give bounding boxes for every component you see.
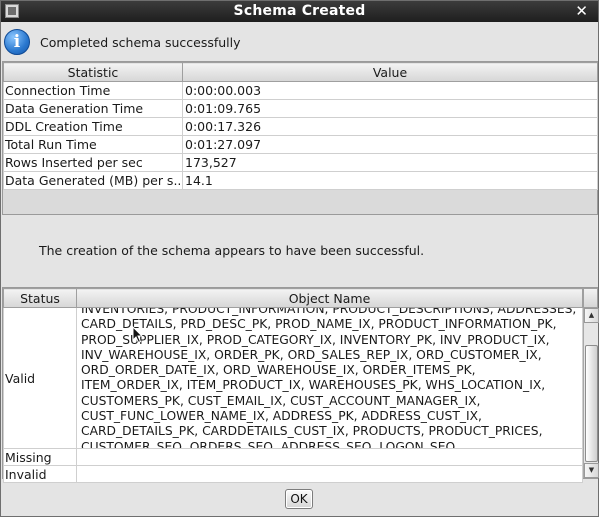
table-row[interactable]: Connection Time 0:00:00.003	[3, 81, 598, 100]
scroll-down-arrow-icon[interactable]: ▼	[584, 463, 599, 478]
close-icon[interactable]: ✕	[575, 2, 588, 20]
statistics-table-panel: Statistic Value Connection Time 0:00:00.…	[2, 61, 598, 215]
table-row[interactable]: DDL Creation Time 0:00:17.326	[3, 117, 598, 136]
statistic-value: 173,527	[182, 153, 598, 172]
objects-table-panel: Status Object Name Valid INVENTORIES, PR…	[2, 287, 599, 483]
statistic-label: Data Generation Time	[3, 99, 183, 118]
status-message: Completed schema successfully	[40, 35, 241, 50]
object-names-cell	[76, 448, 583, 466]
object-names-cell	[76, 465, 583, 483]
column-header-statistic[interactable]: Statistic	[3, 62, 183, 82]
table-row[interactable]: Total Run Time 0:01:27.097	[3, 135, 598, 154]
statistic-label: DDL Creation Time	[3, 117, 183, 136]
table-row[interactable]: Rows Inserted per sec 173,527	[3, 153, 598, 172]
object-names-cell: INVENTORIES, PRODUCT_INFORMATION, PRODUC…	[76, 307, 583, 449]
column-header-value[interactable]: Value	[182, 62, 598, 82]
object-names-text: INVENTORIES, PRODUCT_INFORMATION, PRODUC…	[81, 308, 577, 448]
table-row[interactable]: Missing	[3, 448, 583, 466]
statistic-label: Data Generated (MB) per s...	[3, 171, 183, 190]
object-status: Invalid	[3, 465, 77, 483]
vertical-scrollbar[interactable]: ▲ ▼	[583, 308, 599, 478]
table-row[interactable]: Data Generated (MB) per s... 14.1	[3, 171, 598, 190]
mouse-pointer-icon	[132, 326, 144, 344]
column-header-status[interactable]: Status	[3, 288, 77, 308]
table-row[interactable]: Invalid	[3, 465, 583, 483]
statistic-value: 0:00:17.326	[182, 117, 598, 136]
title-bar[interactable]: Schema Created ✕	[1, 1, 598, 22]
ok-button[interactable]: OK	[285, 489, 313, 509]
object-status: Valid	[3, 307, 77, 449]
success-message: The creation of the schema appears to ha…	[39, 243, 425, 258]
table-header-corner	[583, 288, 598, 308]
schema-created-dialog: Schema Created ✕ i Completed schema succ…	[0, 0, 599, 517]
status-message-row: i Completed schema successfully	[1, 24, 598, 60]
statistics-table: Statistic Value Connection Time 0:00:00.…	[3, 62, 598, 190]
statistic-value: 0:01:09.765	[182, 99, 598, 118]
statistic-label: Total Run Time	[3, 135, 183, 154]
information-icon: i	[4, 29, 30, 55]
statistic-value: 14.1	[182, 171, 598, 190]
objects-table: Status Object Name Valid INVENTORIES, PR…	[3, 288, 583, 483]
object-status: Missing	[3, 448, 77, 466]
column-header-object-name[interactable]: Object Name	[76, 288, 583, 308]
dialog-title: Schema Created	[233, 3, 366, 19]
statistic-value: 0:01:27.097	[182, 135, 598, 154]
statistic-label: Rows Inserted per sec	[3, 153, 183, 172]
scrollbar-thumb[interactable]	[585, 345, 598, 462]
table-row[interactable]: Valid INVENTORIES, PRODUCT_INFORMATION, …	[3, 307, 583, 449]
statistic-value: 0:00:00.003	[182, 81, 598, 100]
statistic-label: Connection Time	[3, 81, 183, 100]
table-row[interactable]: Data Generation Time 0:01:09.765	[3, 99, 598, 118]
scroll-up-arrow-icon[interactable]: ▲	[584, 308, 599, 323]
